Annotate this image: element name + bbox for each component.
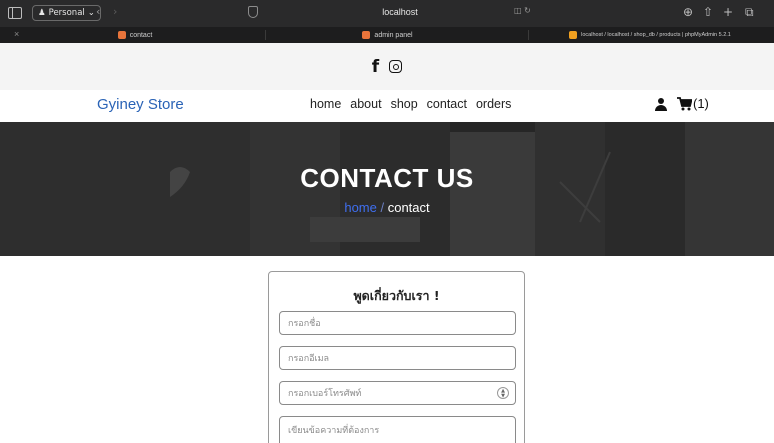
- nav-orders[interactable]: orders: [476, 97, 511, 111]
- breadcrumb-home-link[interactable]: home: [344, 200, 377, 215]
- tab-phpmyadmin[interactable]: localhost / localhost / shop_db / produc…: [530, 27, 770, 43]
- tab-label: contact: [129, 31, 153, 39]
- number-stepper-icon[interactable]: ▲ ▼: [497, 387, 509, 399]
- tab-contact[interactable]: contact: [20, 27, 250, 43]
- site-navbar: Gyiney Store home about shop contact ord…: [0, 90, 774, 122]
- nav-shop[interactable]: shop: [391, 97, 418, 111]
- close-tab-icon[interactable]: ×: [14, 29, 19, 39]
- form-title: พูดเกี่ยวกับเรา !: [353, 288, 440, 303]
- translate-icon[interactable]: ◫ ↻: [514, 6, 531, 15]
- tab-admin-panel[interactable]: admin panel: [265, 27, 510, 43]
- hero-title: CONTACT US: [300, 163, 474, 193]
- browser-toolbar: ♟ Personal ⌄ ‹ › localhost ◫ ↻ ⊕ ⇧ + ⧉: [0, 0, 774, 27]
- name-placeholder: กรอกชื่อ: [288, 319, 321, 329]
- email-field[interactable]: กรอกอีเมล: [279, 346, 516, 370]
- person-icon: ♟: [38, 8, 46, 18]
- user-icon[interactable]: [655, 98, 667, 112]
- email-placeholder: กรอกอีเมล: [288, 354, 330, 364]
- nav-contact[interactable]: contact: [427, 97, 467, 111]
- nav-home[interactable]: home: [310, 97, 341, 111]
- breadcrumb-current: contact: [387, 200, 430, 215]
- facebook-icon[interactable]: f: [372, 57, 379, 77]
- chevron-down-icon: ⌄: [87, 8, 95, 18]
- brand-logo[interactable]: Gyiney Store: [97, 96, 184, 113]
- address-bar[interactable]: localhost: [360, 7, 440, 17]
- share-icon[interactable]: ⇧: [703, 5, 713, 19]
- profile-label: Personal: [48, 8, 85, 18]
- breadcrumb: home / contact: [0, 200, 774, 215]
- breadcrumb-separator: /: [376, 200, 388, 215]
- tab-label: localhost / localhost / shop_db / produc…: [581, 32, 731, 38]
- main-menu: home about shop contact orders: [310, 97, 511, 111]
- sidebar-toggle-icon[interactable]: [8, 7, 22, 19]
- nav-about[interactable]: about: [350, 97, 381, 111]
- message-field[interactable]: เขียนข้อความที่ต้องการ: [279, 416, 516, 443]
- contact-form: พูดเกี่ยวกับเรา ! กรอกชื่อ กรอกอีเมล กรอ…: [268, 271, 525, 443]
- name-field[interactable]: กรอกชื่อ: [279, 311, 516, 335]
- instagram-icon[interactable]: [389, 60, 403, 73]
- tab-label: admin panel: [374, 31, 413, 39]
- profile-switcher[interactable]: ♟ Personal ⌄: [32, 5, 101, 21]
- new-tab-icon[interactable]: +: [723, 5, 733, 19]
- phone-field[interactable]: กรอกเบอร์โทรศัพท์ ▲ ▼: [279, 381, 516, 405]
- tab-overview-icon[interactable]: ⧉: [745, 5, 754, 20]
- download-icon[interactable]: ⊕: [683, 5, 693, 19]
- cart-icon: [677, 96, 692, 110]
- phone-placeholder: กรอกเบอร์โทรศัพท์: [288, 389, 362, 399]
- message-placeholder: เขียนข้อความที่ต้องการ: [288, 426, 380, 436]
- cart-button[interactable]: (1): [677, 96, 709, 111]
- privacy-shield-icon[interactable]: [248, 6, 258, 18]
- cart-count: (1): [693, 96, 709, 111]
- favicon-icon: [362, 31, 371, 39]
- hero-banner: CONTACT US home / contact: [0, 122, 774, 256]
- favicon-icon: [569, 31, 578, 39]
- tab-bar: × contact admin panel localhost / localh…: [0, 27, 774, 43]
- forward-icon[interactable]: ›: [113, 5, 117, 18]
- favicon-icon: [117, 31, 126, 39]
- social-bar: f: [0, 43, 774, 90]
- back-icon[interactable]: ‹: [96, 5, 100, 18]
